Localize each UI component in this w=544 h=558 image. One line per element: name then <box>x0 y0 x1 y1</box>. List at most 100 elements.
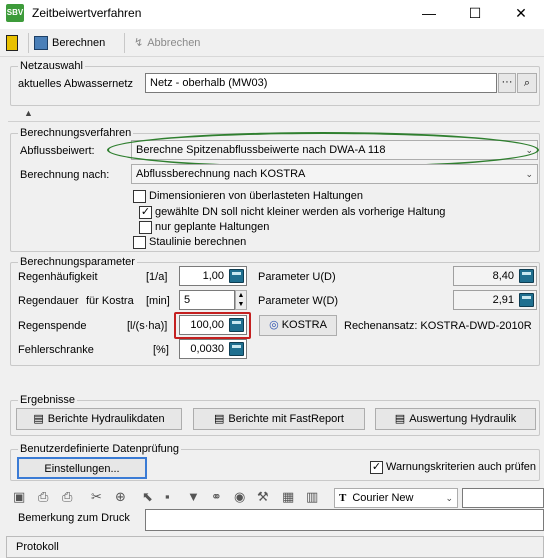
checkbox-planned-only-label: nur geplante Haltungen <box>155 221 270 233</box>
calc-by-label: Berechnung nach: <box>20 169 110 181</box>
rain-dur-unit: [min] <box>146 295 170 307</box>
protocol-label: Protokoll <box>16 541 59 553</box>
report-icon: ▤ <box>394 413 406 425</box>
calculator-icon[interactable] <box>229 269 244 283</box>
calc-by-value: Abflussberechnung nach KOSTRA <box>136 168 306 180</box>
rain-freq-value: 1,00 <box>202 270 224 282</box>
checkbox-dn-min[interactable]: ✓ <box>139 206 152 219</box>
calculator-icon[interactable] <box>229 342 244 356</box>
eye-icon[interactable]: ◉ <box>234 489 245 505</box>
report-icon: ▤ <box>214 413 225 425</box>
calc-by-select[interactable]: Abflussberechnung nach KOSTRA ⌄ <box>131 164 538 184</box>
rain-freq-field[interactable]: 1,00 <box>179 266 247 286</box>
search-icon: ⌕ <box>523 77 531 89</box>
cancel-icon: ↯ <box>134 37 144 49</box>
calculator-icon <box>34 36 48 51</box>
checkbox-dimension-label: Dimensionieren von überlasteten Haltunge… <box>149 190 364 202</box>
font-select[interactable]: T Courier New ⌄ <box>334 488 458 508</box>
evaluation-button[interactable]: ▤ Auswertung Hydraulik <box>375 408 536 430</box>
highlight-ellipse <box>107 132 539 168</box>
error-label: Fehlerschranke <box>18 344 94 356</box>
table-icon[interactable]: ▥ <box>306 489 318 505</box>
cancel-button[interactable]: ↯ Abbrechen <box>134 33 224 53</box>
checkbox-dimension[interactable] <box>133 190 146 203</box>
param-u-value: 8,40 <box>492 270 514 282</box>
pointer-icon[interactable]: ⬉ <box>142 489 153 505</box>
warning-checkbox[interactable]: ✓ <box>370 461 383 474</box>
report-fastreport-button[interactable]: ▤ Berichte mit FastReport <box>193 408 365 430</box>
network-field[interactable]: Netz - oberhalb (MW03) <box>145 73 497 93</box>
param-w-field: 2,91 <box>453 290 537 310</box>
calculator-icon <box>519 269 534 283</box>
report-hydraulic-button[interactable]: ▤ Berichte Hydraulikdaten <box>16 408 182 430</box>
chevron-down-icon: ⌄ <box>445 493 453 503</box>
validation-title: Benutzerdefinierte Datenprüfung <box>18 443 181 455</box>
calculate-label: Berechnen <box>52 37 106 49</box>
calc-method-title: Berechnungsverfahren <box>18 127 134 139</box>
rain-freq-label: Regenhäufigkeit <box>18 271 98 283</box>
error-field[interactable]: 0,0030 <box>179 339 247 359</box>
minimize-button[interactable]: — <box>406 0 452 29</box>
rain-dur-field[interactable]: 5 <box>179 290 235 310</box>
kostra-button[interactable]: ◎ KOSTRA <box>259 315 337 336</box>
report-fastreport-label: Berichte mit FastReport <box>228 413 344 425</box>
rain-yield-label: Regenspende <box>18 320 87 332</box>
kostra-label: KOSTRA <box>281 319 327 331</box>
tool-icon[interactable]: ⚒ <box>257 489 269 505</box>
report-hydraulic-label: Berichte Hydraulikdaten <box>47 413 165 425</box>
param-u-field: 8,40 <box>453 266 537 286</box>
cut-icon[interactable]: ✂ <box>91 489 102 505</box>
grid-icon[interactable]: ▦ <box>282 489 294 505</box>
network-label: aktuelles Abwassernetz <box>18 78 133 90</box>
kostra-icon: ◎ <box>269 319 279 331</box>
rain-dur-spinner[interactable]: ▲ ▼ <box>235 290 247 310</box>
close-button[interactable]: ✕ <box>498 0 544 29</box>
chevron-down-icon: ⌄ <box>525 169 533 179</box>
calculator-icon <box>519 293 534 307</box>
evaluation-label: Auswertung Hydraulik <box>409 413 517 425</box>
target-icon[interactable]: ⊕ <box>115 489 126 505</box>
highlight-box <box>174 312 251 339</box>
network-group-title: Netzauswahl <box>18 60 85 72</box>
remark-field[interactable] <box>145 509 544 531</box>
results-title: Ergebnisse <box>18 394 78 406</box>
rain-dur-sub: für Kostra <box>86 295 134 307</box>
warning-checkbox-label: Warnungskriterien auch prüfen <box>386 461 537 473</box>
rain-freq-unit: [1/a] <box>146 271 168 283</box>
maximize-button[interactable]: ☐ <box>452 0 498 29</box>
filter-icon[interactable]: ▼ <box>187 489 200 504</box>
error-unit: [%] <box>153 344 169 356</box>
checkbox-planned-only[interactable] <box>139 221 152 234</box>
print-icon[interactable]: ⎙ <box>38 489 48 505</box>
checkbox-dn-min-label: gewählte DN soll nicht kleiner werden al… <box>155 206 446 218</box>
app-icon: SBV <box>6 4 24 22</box>
checkbox-backwater[interactable] <box>133 236 146 249</box>
font-icon: T <box>339 492 347 504</box>
param-w-label: Parameter W(D) <box>258 295 339 307</box>
checkbox-backwater-label: Staulinie berechnen <box>149 236 247 248</box>
toolbar-separator <box>28 33 29 53</box>
rain-dur-label: Regendauer <box>18 295 79 307</box>
params-title: Berechnungsparameter <box>18 256 137 268</box>
runoff-label: Abflussbeiwert: <box>20 145 95 157</box>
splitter[interactable] <box>8 121 540 122</box>
binoculars-icon[interactable]: ⚭ <box>211 489 222 505</box>
toolbar-separator <box>124 33 125 53</box>
save-icon[interactable]: ▣ <box>13 489 25 505</box>
exit-door-icon[interactable] <box>6 35 18 51</box>
select-icon[interactable]: ▪ <box>165 489 170 504</box>
font-size-field[interactable] <box>462 488 544 508</box>
network-browse-button[interactable]: ··· <box>498 73 516 93</box>
calculate-button[interactable]: Berechnen <box>34 33 114 53</box>
print-preview-icon[interactable]: ⎙ <box>62 489 72 505</box>
param-u-label: Parameter U(D) <box>258 271 336 283</box>
network-search-button[interactable]: ⌕ <box>517 73 537 93</box>
param-w-value: 2,91 <box>492 294 514 306</box>
protocol-panel[interactable] <box>6 536 544 558</box>
rain-yield-unit: [l/(s·ha)] <box>127 320 168 332</box>
font-value: Courier New <box>352 492 414 504</box>
settings-button[interactable]: Einstellungen... <box>17 457 147 479</box>
error-value: 0,0030 <box>190 343 224 355</box>
collapse-arrow[interactable]: ▲ <box>24 108 33 118</box>
remark-label: Bemerkung zum Druck <box>18 512 130 524</box>
